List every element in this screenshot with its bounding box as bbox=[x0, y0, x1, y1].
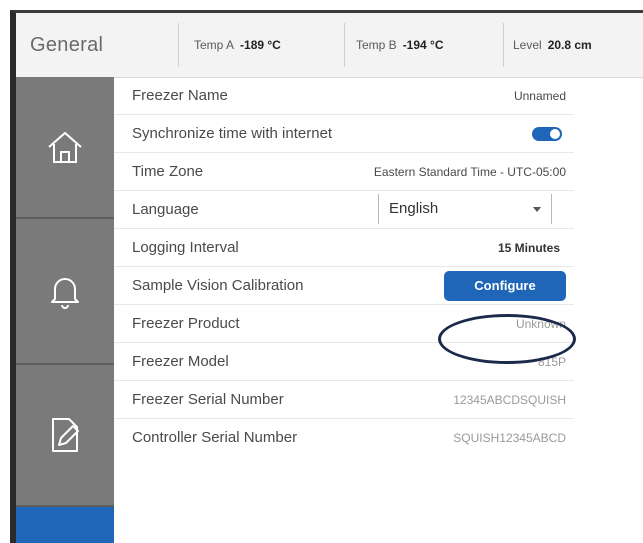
stat-temp-b: Temp B -194 °C bbox=[356, 13, 444, 77]
stat-value: 20.8 cm bbox=[547, 38, 592, 52]
header-divider bbox=[178, 23, 179, 67]
sidebar-item-alerts[interactable] bbox=[16, 219, 114, 365]
stat-label: Temp B bbox=[356, 38, 397, 52]
configure-button[interactable]: Configure bbox=[444, 271, 566, 301]
setting-row-language: Language English bbox=[114, 191, 574, 229]
setting-label: Freezer Product bbox=[132, 315, 240, 332]
edit-document-icon bbox=[52, 418, 79, 452]
setting-row-time-zone[interactable]: Time Zone Eastern Standard Time - UTC-05… bbox=[114, 153, 574, 191]
app-window: General Temp A -189 °C Temp B -194 °C Leve… bbox=[10, 10, 643, 543]
bell-icon bbox=[51, 278, 79, 309]
setting-label: Freezer Serial Number bbox=[132, 391, 284, 408]
setting-label: Language bbox=[132, 201, 199, 218]
language-select[interactable]: English bbox=[378, 194, 552, 224]
stat-value: -194 °C bbox=[402, 38, 444, 52]
sync-time-toggle[interactable] bbox=[532, 127, 562, 141]
time-zone-value[interactable]: Eastern Standard Time - UTC-05:00 bbox=[374, 153, 566, 191]
stat-temp-a: Temp A -189 °C bbox=[194, 13, 281, 77]
stat-level: Level 20.8 cm bbox=[513, 13, 592, 77]
language-selected-value: English bbox=[389, 200, 439, 217]
sidebar bbox=[16, 77, 114, 543]
setting-row-logging-interval[interactable]: Logging Interval 15 Minutes bbox=[114, 229, 574, 267]
stat-label: Temp A bbox=[194, 38, 235, 52]
page-title: General bbox=[30, 34, 104, 56]
sidebar-item-active[interactable] bbox=[16, 507, 114, 543]
setting-row-sync-time: Synchronize time with internet bbox=[114, 115, 574, 153]
sidebar-item-home[interactable] bbox=[16, 77, 114, 219]
logging-interval-value[interactable]: 15 Minutes bbox=[498, 229, 560, 267]
header-divider bbox=[344, 23, 345, 67]
stat-label: Level bbox=[513, 38, 542, 52]
setting-label: Time Zone bbox=[132, 163, 204, 180]
header-bar: General Temp A -189 °C Temp B -194 °C Leve… bbox=[16, 13, 643, 78]
setting-label: Controller Serial Number bbox=[132, 429, 298, 446]
freezer-serial-value: 12345ABCDSQUISH bbox=[453, 393, 566, 407]
highlight-ring bbox=[438, 314, 576, 364]
setting-label: Sample Vision Calibration bbox=[132, 277, 304, 294]
setting-row-freezer-serial: Freezer Serial Number 12345ABCDSQUISH bbox=[114, 381, 574, 419]
setting-row-sample-vision: Sample Vision Calibration Configure bbox=[114, 267, 574, 305]
header-divider bbox=[503, 23, 504, 67]
setting-label: Freezer Model bbox=[132, 353, 229, 370]
chevron-down-icon bbox=[533, 207, 541, 212]
home-icon bbox=[48, 131, 82, 163]
stat-value: -189 °C bbox=[240, 38, 281, 52]
setting-label: Synchronize time with internet bbox=[132, 125, 333, 142]
controller-serial-value: SQUISH12345ABCD bbox=[453, 431, 566, 445]
setting-label: Freezer Name bbox=[132, 87, 228, 104]
toggle-knob bbox=[550, 129, 560, 139]
setting-label: Logging Interval bbox=[132, 239, 239, 256]
setting-row-controller-serial: Controller Serial Number SQUISH12345ABCD bbox=[114, 419, 574, 457]
setting-row-freezer-name[interactable]: Freezer Name Unnamed bbox=[114, 77, 574, 115]
freezer-name-value[interactable]: Unnamed bbox=[514, 77, 566, 115]
sidebar-item-notes[interactable] bbox=[16, 365, 114, 507]
